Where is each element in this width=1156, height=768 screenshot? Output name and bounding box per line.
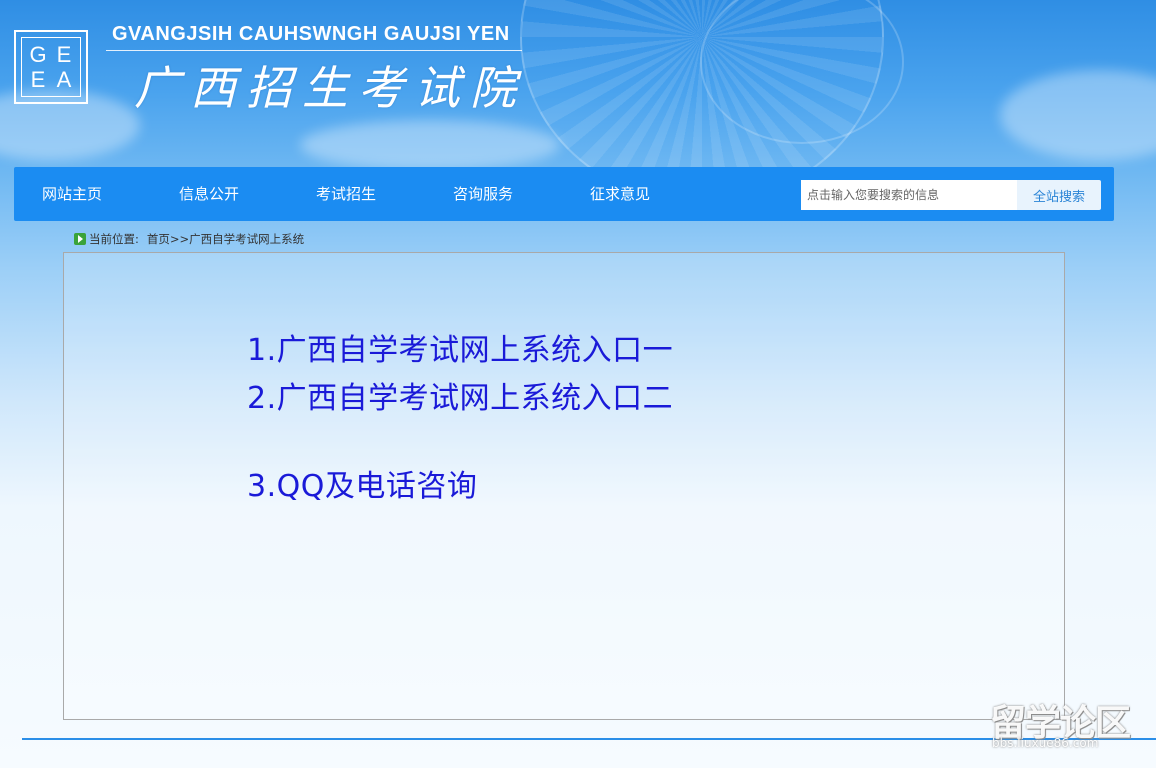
search-input[interactable] [801,180,1017,210]
nav-item-exam-enrollment[interactable]: 考试招生 [316,167,376,221]
breadcrumb-separator: >> [169,232,190,246]
nav-item-home[interactable]: 网站主页 [42,167,102,221]
breadcrumb-prefix: 当前位置: [89,232,139,246]
arrow-right-icon [74,233,86,245]
footer-divider [22,738,1156,740]
breadcrumb: 当前位置: 首页 >> 广西自学考试网上系统 [74,231,304,247]
site-name-english: GVANGJSIH CAUHSWNGH GAUJSI YEN [112,23,510,45]
header-divider [106,50,522,51]
nav-item-feedback[interactable]: 征求意见 [590,167,650,221]
logo-letter: E [56,42,72,67]
entry-link-2[interactable]: 2.广西自学考试网上系统入口二 [247,373,673,417]
logo-letter: A [56,67,72,92]
main-nav: 网站主页 信息公开 考试招生 咨询服务 征求意见 全站搜索 [14,167,1114,221]
entry-link-1[interactable]: 1.广西自学考试网上系统入口一 [247,325,673,369]
logo-mark: G E E A [21,37,81,97]
background-cloud [300,120,560,170]
background-cloud [1000,70,1156,160]
site-search-button[interactable]: 全站搜索 [1017,180,1101,210]
breadcrumb-home-link[interactable]: 首页 [147,231,170,247]
watermark-url: bbs.liuxue86.com [992,736,1099,750]
site-name-chinese: 广西招生考试院 [134,61,526,115]
watermark: 留学论区 bbs.liuxue86.com [990,694,1140,760]
breadcrumb-current: 广西自学考试网上系统 [189,232,305,246]
consult-link[interactable]: 3.QQ及电话咨询 [247,461,477,505]
site-logo[interactable]: G E E A [14,30,88,104]
content-panel: 1.广西自学考试网上系统入口一 2.广西自学考试网上系统入口二 3.QQ及电话咨… [63,252,1065,720]
nav-item-info-disclosure[interactable]: 信息公开 [179,167,239,221]
logo-letter: E [30,67,46,92]
nav-item-consulting[interactable]: 咨询服务 [453,167,513,221]
logo-letter: G [29,42,47,67]
